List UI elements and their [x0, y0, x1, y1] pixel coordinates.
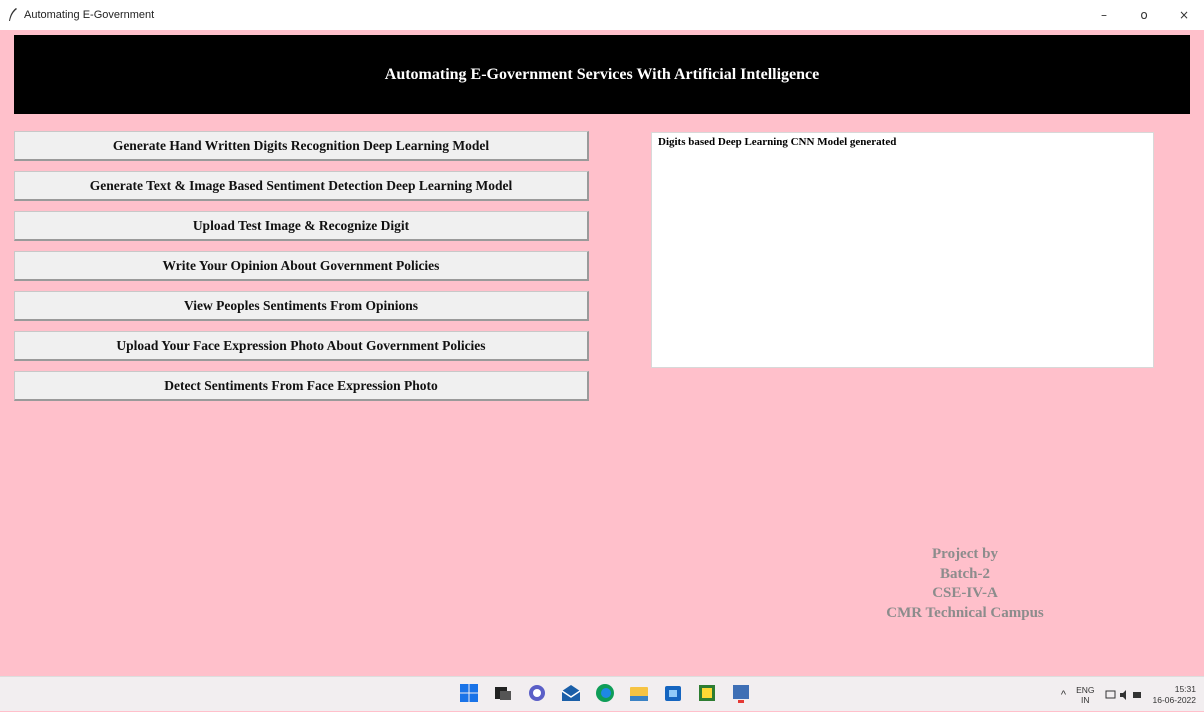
region-code: IN: [1081, 694, 1090, 705]
clock-time: 15:31: [1174, 683, 1196, 694]
window-controls: – o ×: [1084, 0, 1204, 30]
write-opinion-button[interactable]: Write Your Opinion About Government Poli…: [14, 251, 589, 281]
upload-face-photo-button[interactable]: Upload Your Face Expression Photo About …: [14, 331, 589, 361]
generate-sentiment-model-button[interactable]: Generate Text & Image Based Sentiment De…: [14, 171, 589, 201]
generate-digits-model-button[interactable]: Generate Hand Written Digits Recognition…: [14, 131, 589, 161]
clock-date: 16-06-2022: [1152, 694, 1196, 705]
app-icon[interactable]: [696, 682, 718, 704]
chat-icon[interactable]: [526, 682, 548, 704]
detect-face-sentiments-button[interactable]: Detect Sentiments From Face Expression P…: [14, 371, 589, 401]
start-icon[interactable]: [458, 682, 480, 704]
python-icon[interactable]: [730, 682, 752, 704]
file-explorer-icon[interactable]: [628, 682, 650, 704]
app-heading: Automating E-Government Services With Ar…: [384, 65, 820, 83]
network-volume-battery-icon[interactable]: [1105, 689, 1143, 701]
view-sentiments-button[interactable]: View Peoples Sentiments From Opinions: [14, 291, 589, 321]
mail-icon[interactable]: [560, 682, 582, 704]
store-icon[interactable]: [662, 682, 684, 704]
credits-line-2: Batch-2: [940, 565, 990, 582]
feather-icon: [9, 8, 17, 21]
system-tray: ^ ENG IN 15:31 16-06-2022: [1061, 677, 1196, 712]
output-textarea[interactable]: Digits based Deep Learning CNN Model gen…: [651, 132, 1154, 368]
credits: Project by Batch-2 CSE-IV-A CMR Technica…: [860, 545, 1070, 623]
taskbar-apps: [458, 682, 752, 704]
edge-icon[interactable]: [594, 682, 616, 704]
credits-line-1: Project by: [932, 546, 998, 562]
maximize-button[interactable]: o: [1124, 0, 1164, 30]
credits-line-4: CMR Technical Campus: [886, 604, 1044, 621]
window-title-bar: Automating E-Government – o ×: [0, 0, 1204, 30]
minimize-button[interactable]: –: [1084, 0, 1124, 30]
close-button[interactable]: ×: [1164, 0, 1204, 30]
window-title: Automating E-Government: [24, 9, 155, 21]
output-text: Digits based Deep Learning CNN Model gen…: [658, 136, 897, 148]
upload-test-image-button[interactable]: Upload Test Image & Recognize Digit: [14, 211, 589, 241]
language-code: ENG: [1076, 684, 1095, 695]
language-indicator[interactable]: ENG IN: [1076, 685, 1094, 705]
show-hidden-icons-icon[interactable]: ^: [1061, 689, 1066, 701]
credits-line-3: CSE-IV-A: [932, 585, 998, 601]
taskbar: ^ ENG IN 15:31 16-06-2022: [0, 676, 1204, 711]
task-view-icon[interactable]: [492, 682, 514, 704]
clock[interactable]: 15:31 16-06-2022: [1153, 684, 1196, 706]
header-banner: Automating E-Government Services With Ar…: [14, 35, 1190, 114]
